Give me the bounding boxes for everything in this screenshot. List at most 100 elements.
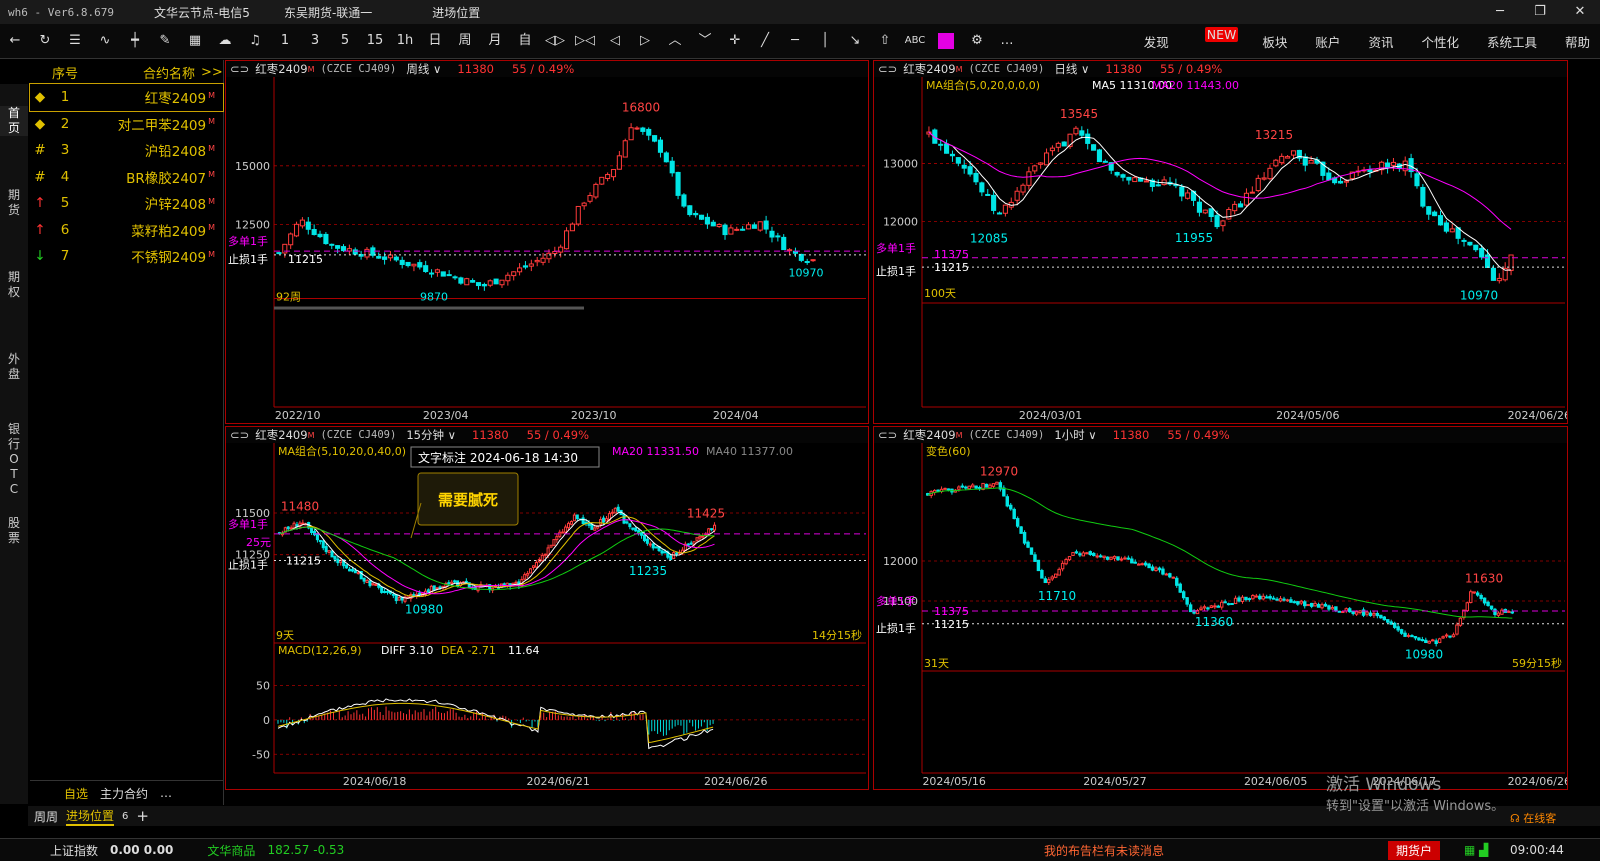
period-dropdown[interactable]: 15分钟 ∨ xyxy=(406,427,456,443)
line-chart-icon[interactable]: ∿ xyxy=(90,24,120,58)
refresh-icon[interactable]: ↻ xyxy=(30,24,60,58)
account-badge[interactable]: 期货户 xyxy=(1388,840,1441,860)
menu-item[interactable]: 资讯 xyxy=(1354,32,1393,51)
period-button[interactable]: 1h xyxy=(390,24,420,58)
row-contract-name: 沪锌2408 M xyxy=(80,193,223,214)
left-tab[interactable]: 外盘 xyxy=(0,352,28,382)
arrow-tool-icon[interactable]: ↘ xyxy=(840,24,870,58)
panel-weekly[interactable]: ⊂⊃ 红枣2409 M (CZCE CJ409) 周线 ∨ 11380 55 / 0.49%… xyxy=(225,60,869,424)
watchlist-row[interactable]: ◆ 2 对二甲苯2409 M xyxy=(30,111,223,138)
panel-15min[interactable]: ⊂⊃ 红枣2409 M (CZCE CJ409) 15分钟 ∨ 11380 55 / 0.4… xyxy=(225,426,869,790)
minimize-icon[interactable]: ─ xyxy=(1480,0,1520,24)
hline-tool-icon[interactable]: ─ xyxy=(780,24,810,58)
left-icon[interactable]: ◁ xyxy=(600,24,630,58)
watchlist-row[interactable]: ↑ 5 沪锌2408 M xyxy=(30,190,223,217)
ma20-value: MA20 11331.50 xyxy=(612,445,699,458)
candlesticks[interactable] xyxy=(276,123,816,291)
candle-body xyxy=(957,486,961,490)
tab-zhouzhou[interactable]: 周周 xyxy=(34,808,58,825)
line-tool-icon[interactable]: ╱ xyxy=(750,24,780,58)
broker-name[interactable]: 东吴期货-联通一 xyxy=(284,4,372,21)
watchlist-foot-tab[interactable]: 主力合约 xyxy=(100,785,148,802)
server-node[interactable]: 文华云节点-电信5 xyxy=(154,4,250,21)
col-no[interactable]: 序号 xyxy=(40,63,90,82)
period-button[interactable]: 1 xyxy=(270,24,300,58)
m15-chart[interactable]: 11500112502024/06/18 2024/06/21 2024/06/26… xyxy=(226,443,868,789)
expand-columns-icon[interactable]: >> xyxy=(201,65,223,80)
add-tab-icon[interactable]: + xyxy=(136,807,149,825)
col-name[interactable]: 合约名称 xyxy=(90,63,201,82)
more-button[interactable]: … xyxy=(992,24,1022,58)
weekly-chart[interactable]: 15000 12500 2022/10 2023/04 2023/10 2024/04 多单… xyxy=(226,77,868,423)
down-icon[interactable]: ﹀ xyxy=(690,24,720,58)
left-tab[interactable]: 期货 xyxy=(0,188,28,218)
index-name[interactable]: 上证指数 xyxy=(50,842,98,859)
period-button[interactable]: 5 xyxy=(330,24,360,58)
shrink-icon[interactable]: ▷◁ xyxy=(570,24,600,58)
candle-body xyxy=(1475,592,1480,596)
candle-body xyxy=(1368,612,1373,617)
period-button[interactable]: 月 xyxy=(480,24,510,58)
menu-item[interactable]: 系统工具 xyxy=(1473,32,1537,51)
link-icon[interactable]: ⊂⊃ xyxy=(230,428,249,442)
candle-body xyxy=(1443,222,1449,232)
watchlist-row[interactable]: ◆ 1 红枣2409 M xyxy=(29,83,224,112)
link-icon[interactable]: ⊂⊃ xyxy=(878,428,897,442)
panel-daily[interactable]: ⊂⊃ 红枣2409 M (CZCE CJ409) 日线 ∨ 11380 55 / 0.49%… xyxy=(873,60,1568,424)
menu-item[interactable]: 个性化 xyxy=(1407,32,1459,51)
close-icon[interactable]: ✕ xyxy=(1560,0,1600,24)
period-button[interactable]: 日 xyxy=(420,24,450,58)
menu-item[interactable]: 账户 xyxy=(1301,32,1340,51)
link-icon[interactable]: ⊂⊃ xyxy=(230,62,249,76)
up-icon[interactable]: ︿ xyxy=(660,24,690,58)
grid-icon[interactable]: ▦ xyxy=(180,24,210,58)
watchlist-row[interactable]: ↑ 6 菜籽粕2409 M xyxy=(30,217,223,244)
maximize-icon[interactable]: ❐ xyxy=(1520,0,1560,24)
back-icon[interactable]: ← xyxy=(0,24,30,58)
online-service[interactable]: ☊ 在线客 xyxy=(1510,810,1556,826)
period-button[interactable]: 周 xyxy=(450,24,480,58)
settings-gear-icon[interactable]: ⚙ xyxy=(962,24,992,58)
period-dropdown[interactable]: 日线 ∨ xyxy=(1054,61,1089,77)
left-tab[interactable]: 首页 xyxy=(0,106,28,136)
link-icon[interactable]: ⊂⊃ xyxy=(878,62,897,76)
watchlist-foot-tab[interactable]: 自选 xyxy=(64,785,88,802)
bar-count: 9天 xyxy=(276,629,294,642)
watchlist-row[interactable]: ↓ 7 不锈钢2409 M xyxy=(30,243,223,270)
pen-icon[interactable]: ✎ xyxy=(150,24,180,58)
daily-chart[interactable]: 13000 12000 2024/03/01 2024/05/06 2024/06/26… xyxy=(874,77,1567,423)
cloud-icon[interactable]: ☁ xyxy=(210,24,240,58)
period-dropdown[interactable]: 1小时 ∨ xyxy=(1054,427,1096,443)
crosshair-icon[interactable]: ✛ xyxy=(720,24,750,58)
watchlist-foot-tab[interactable]: … xyxy=(160,786,172,800)
period-button[interactable]: 3 xyxy=(300,24,330,58)
candle-body xyxy=(1285,156,1291,159)
text-tool-button[interactable]: ABC xyxy=(900,24,930,58)
h1-chart[interactable]: 12000115002024/05/16 2024/05/27 2024/06/05… xyxy=(874,443,1567,789)
period-button[interactable]: 自 xyxy=(510,24,540,58)
candle-icon[interactable]: ┿ xyxy=(120,24,150,58)
scroll-bar[interactable] xyxy=(274,306,584,310)
bell-icon[interactable]: ♫ xyxy=(240,24,270,58)
color-swatch[interactable] xyxy=(938,33,954,49)
menu-item[interactable]: 发现 NEW xyxy=(1130,26,1239,51)
left-tab[interactable]: 期权 xyxy=(0,270,28,300)
period-button[interactable]: 15 xyxy=(360,24,390,58)
expand-icon[interactable]: ◁▷ xyxy=(540,24,570,58)
right-icon[interactable]: ▷ xyxy=(630,24,660,58)
menu-item[interactable]: 板块 xyxy=(1248,32,1287,51)
notice-message[interactable]: 我的布告栏有未读消息 xyxy=(1044,842,1164,859)
period-dropdown[interactable]: 周线 ∨ xyxy=(406,61,441,77)
panel-1hour[interactable]: ⊂⊃ 红枣2409 M (CZCE CJ409) 1小时 ∨ 11380 55 / 0.49… xyxy=(873,426,1568,790)
list-icon[interactable]: ☰ xyxy=(60,24,90,58)
watchlist-row[interactable]: #3 沪铅2408 M xyxy=(30,137,223,164)
up-arrow-tool-icon[interactable]: ⇧ xyxy=(870,24,900,58)
left-tab[interactable]: 股票 xyxy=(0,516,28,546)
tab-entry-position[interactable]: 进场位置 xyxy=(66,807,115,826)
candle-body xyxy=(622,140,628,158)
watchlist-row[interactable]: #4 BR橡胶2407 M xyxy=(30,164,223,191)
vline-tool-icon[interactable]: │ xyxy=(810,24,840,58)
menu-item[interactable]: 帮助 xyxy=(1551,32,1590,51)
wenhua-index-name[interactable]: 文华商品 xyxy=(207,842,255,859)
left-tab[interactable]: 银行OTC xyxy=(0,422,28,497)
